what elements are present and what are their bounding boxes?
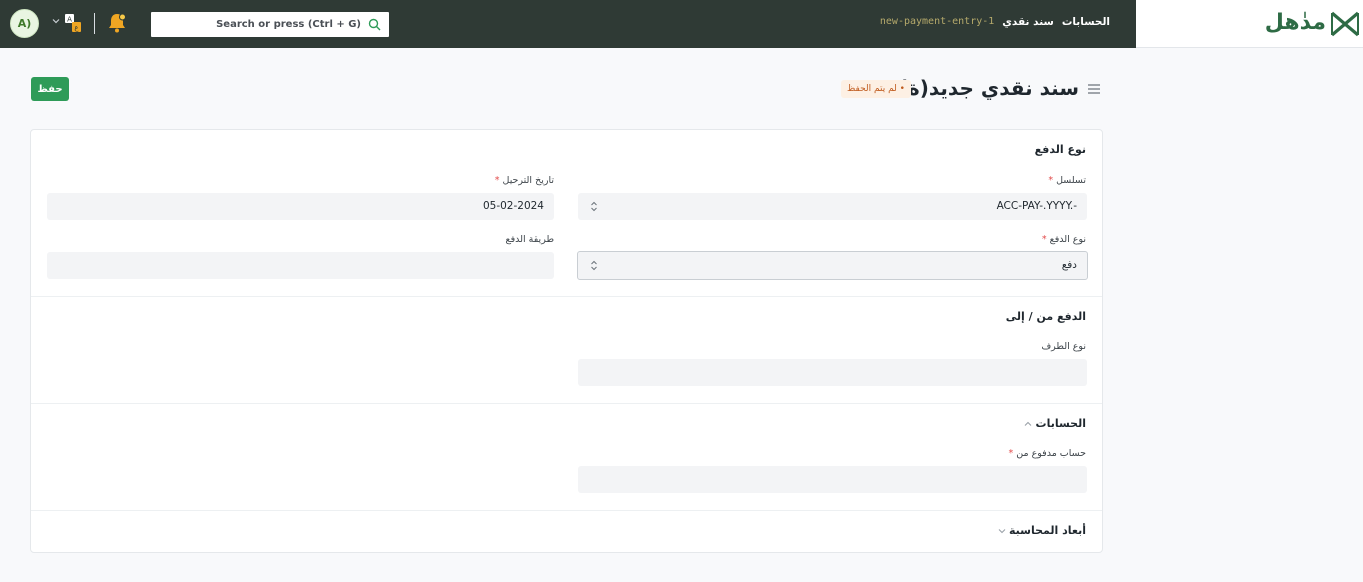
save-button[interactable]: حفظ xyxy=(31,77,69,101)
party-type-field[interactable] xyxy=(578,359,1087,386)
section-title-party: الدفع من / إلى xyxy=(1005,310,1086,323)
paid-from-field[interactable] xyxy=(578,466,1087,493)
payment-type-label: نوع الدفع* xyxy=(1041,234,1086,245)
form-card: نوع الدفع تسلسل* ACC-PAY-.YYYY.- تاريخ ا… xyxy=(30,129,1103,553)
chevron-down-icon[interactable] xyxy=(52,17,60,25)
breadcrumb: الحسابات سند نقدي new-payment-entry-1 xyxy=(880,16,1110,28)
page-title: سند نقدي جديد(ة) xyxy=(898,76,1079,100)
hamburger-menu-icon[interactable] xyxy=(1088,83,1100,95)
series-label: تسلسل* xyxy=(1048,175,1086,186)
search-icon xyxy=(368,18,381,31)
posting-date-label: تاريخ الترحيل* xyxy=(494,175,554,186)
paid-from-label: حساب مدفوع من* xyxy=(1008,448,1087,459)
section-divider xyxy=(31,510,1102,511)
logo-text: مدٰهل xyxy=(1264,10,1326,35)
svg-text:A: A xyxy=(67,16,72,24)
mode-of-payment-label: طريقة الدفع xyxy=(505,234,554,245)
mode-of-payment-field[interactable] xyxy=(47,252,554,279)
breadcrumb-accounts[interactable]: الحسابات xyxy=(1062,16,1110,28)
select-arrows-icon xyxy=(591,260,597,271)
logo-mark-icon xyxy=(1330,11,1360,37)
search-placeholder: Search or press (Ctrl + G) xyxy=(216,19,361,30)
search-input[interactable]: Search or press (Ctrl + G) xyxy=(151,12,389,37)
chevron-down-icon[interactable] xyxy=(997,526,1007,536)
payment-type-select[interactable]: دفع xyxy=(577,251,1088,280)
chevron-up-icon[interactable] xyxy=(1023,419,1033,429)
navbar-divider xyxy=(94,13,95,34)
breadcrumb-current: new-payment-entry-1 xyxy=(879,16,995,27)
posting-date-value: 05-02-2024 xyxy=(482,200,544,212)
section-divider xyxy=(31,296,1102,297)
party-type-label: نوع الطرف xyxy=(1041,341,1086,352)
breadcrumb-payment-entry[interactable]: سند نقدي xyxy=(1002,16,1054,28)
navbar: A) A ع Search or press (Ctrl + G) الحساب… xyxy=(0,0,1363,48)
series-select[interactable]: ACC-PAY-.YYYY.- xyxy=(578,193,1087,220)
status-badge-text: لم يتم الحفظ xyxy=(847,84,897,94)
section-divider xyxy=(31,403,1102,404)
posting-date-field[interactable]: 05-02-2024 xyxy=(47,193,554,220)
avatar[interactable]: A) xyxy=(10,9,39,38)
section-title-accounts[interactable]: الحسابات xyxy=(1036,417,1086,430)
bell-icon[interactable] xyxy=(106,12,128,34)
section-title-accounting-dimensions[interactable]: أبعاد المحاسبة xyxy=(1009,524,1086,537)
language-icon[interactable]: A ع xyxy=(64,13,82,33)
status-badge: • لم يتم الحفظ xyxy=(841,80,911,98)
section-title-payment-type: نوع الدفع xyxy=(1034,143,1086,156)
logo-area[interactable]: مدٰهل xyxy=(1136,0,1363,48)
select-arrows-icon xyxy=(591,201,597,212)
payment-type-value: دفع xyxy=(1061,259,1077,271)
series-value: ACC-PAY-.YYYY.- xyxy=(996,200,1077,212)
